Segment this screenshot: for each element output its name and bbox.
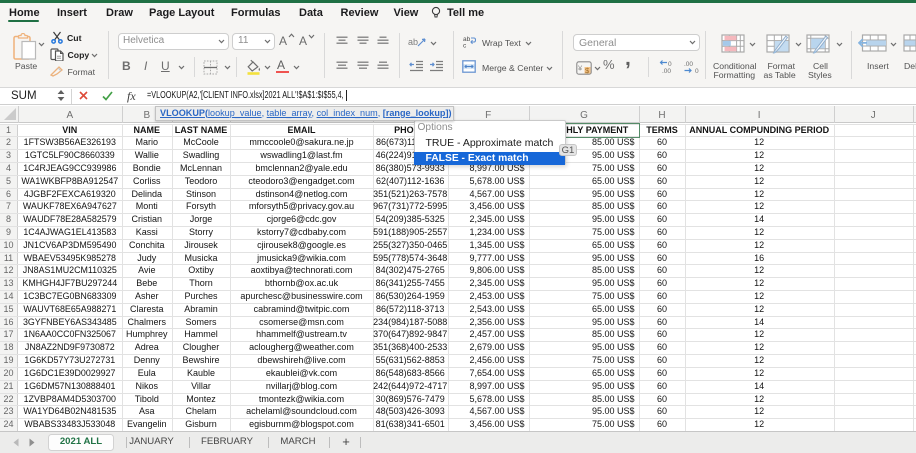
svg-text:¥: ¥ [578, 63, 583, 72]
svg-text:.00: .00 [684, 61, 693, 68]
svg-text:0: 0 [695, 68, 699, 74]
svg-text:c: c [463, 43, 467, 49]
svg-text:ab: ab [408, 37, 418, 47]
svg-text:.00: .00 [662, 68, 671, 74]
svg-text:0: 0 [668, 61, 672, 68]
